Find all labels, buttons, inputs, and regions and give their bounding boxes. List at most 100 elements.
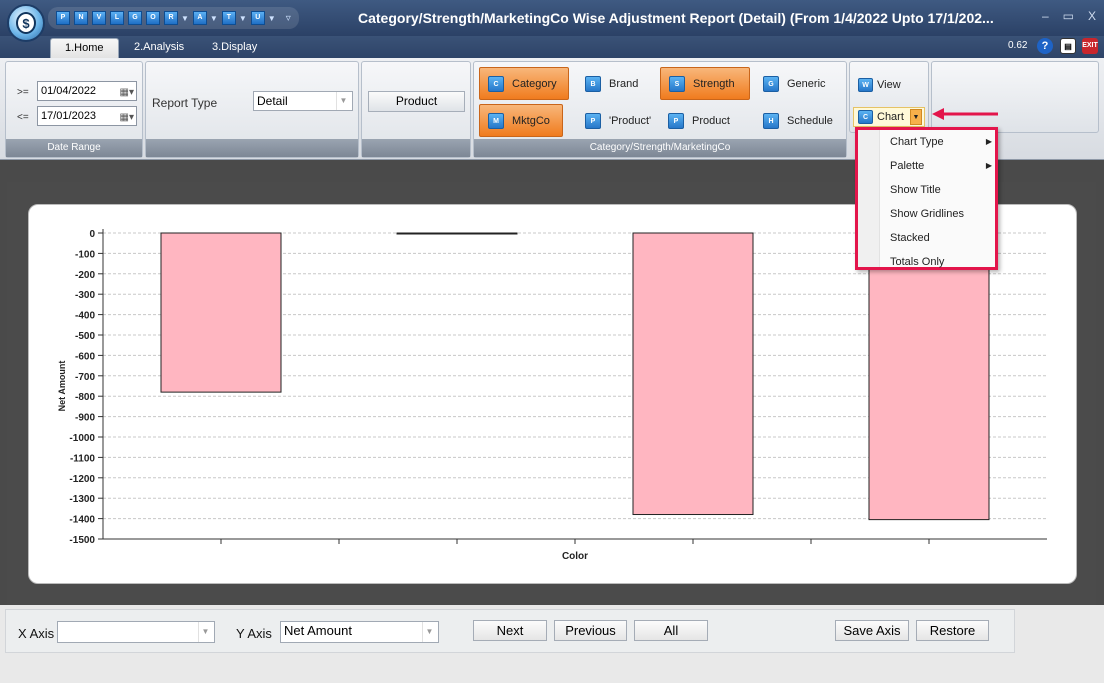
product-button[interactable]: Product [368,91,465,112]
view-button[interactable]: W View [852,75,922,95]
chevron-down-icon: ▼ [198,622,212,642]
save-axis-button[interactable]: Save Axis [835,620,909,641]
qat-command-icon: G [128,11,142,25]
qat-button-4[interactable]: G [128,11,142,25]
report-type-label: Report Type [152,96,218,110]
tab-display[interactable]: 3.Display [198,38,271,58]
generic-button-label: Generic [787,77,826,90]
all-button[interactable]: All [634,620,708,641]
to-date-input[interactable]: 17/01/2023 ▦▾ [37,106,137,126]
empty-ribbon-group [931,61,1099,133]
y-axis-title: Net Amount [57,361,67,412]
y-axis-select[interactable]: Net Amount ▼ [280,621,439,643]
menu-item-show-title[interactable]: Show Title [880,178,995,202]
chevron-down-icon[interactable]: ▼ [268,14,276,23]
close-icon[interactable]: X [1088,9,1096,23]
chevron-down-icon: ▼ [422,622,436,642]
qat-button-9[interactable]: U ▼ [250,11,276,25]
qat-button-8[interactable]: T ▼ [221,11,247,25]
restore-button[interactable]: Restore [916,620,989,641]
y-tick-label: -1300 [69,494,95,505]
mktgco-button[interactable]: M MktgCo [479,104,563,137]
help-icon[interactable]: ? [1037,38,1053,54]
menu-item-label: Palette [890,160,925,172]
chevron-down-icon[interactable]: ▼ [239,14,247,23]
y-tick-label: -200 [75,270,95,281]
menu-item-stacked[interactable]: Stacked [880,226,995,250]
minimize-icon[interactable]: – [1042,9,1049,23]
from-date-label: >= [17,87,29,98]
customize-toolbar-icon[interactable]: ▿ [286,13,291,24]
brand-icon: B [585,75,601,92]
date-range-group: >= 01/04/2022 ▦▾ <= 17/01/2023 ▦▾ Date R… [5,61,143,158]
report-type-value: Detail [257,94,288,108]
chart-button[interactable]: C Chart ▼ [853,107,925,127]
menu-item-palette[interactable]: Palette ▶ [880,154,995,178]
category-strength-group: C Category B Brand S Strength G Generic M Mkt… [473,61,847,158]
axis-bar: X Axis ▼ Y Axis Net Amount ▼ Next Previo… [0,605,1104,683]
menu-item-label: Chart Type [890,136,944,148]
qat-button-7[interactable]: A ▼ [192,11,218,25]
exit-icon[interactable]: EXIT [1082,38,1098,54]
x-axis-title: Color [562,551,588,562]
qat-button-1[interactable]: N [74,11,88,25]
category-button[interactable]: C Category [479,67,569,100]
maximize-icon[interactable]: ▭ [1063,9,1074,23]
qat-button-5[interactable]: O [146,11,160,25]
menu-item-label: Totals Only [890,256,945,268]
y-tick-label: -800 [75,392,95,403]
title-bar: P N V L G O R ▼ A ▼ T ▼ U ▼ ▿ Category/Strength/Market… [0,0,1104,36]
menu-item-totals-only[interactable]: Totals Only [880,250,995,274]
from-date-value: 01/04/2022 [41,85,97,97]
x-axis-select[interactable]: ▼ [57,621,215,643]
menu-item-chart-type[interactable]: Chart Type ▶ [880,130,995,154]
previous-button[interactable]: Previous [554,620,627,641]
bar [868,232,990,521]
schedule-button[interactable]: H Schedule [755,104,843,137]
app-menu-button[interactable]: $ [7,4,45,42]
view-icon: W [858,78,873,92]
mktgco-icon: M [488,112,504,129]
chart-dropdown-menu: Chart Type ▶ Palette ▶ Show Title Show Gri… [855,127,998,270]
schedule-icon: H [763,112,779,129]
calendar-icon[interactable]: ▦▾ [120,109,134,127]
product-category-button-label: Product [692,114,730,127]
chevron-down-icon[interactable]: ▼ [909,109,922,125]
y-tick-label: -500 [75,331,95,342]
product-category-button[interactable]: P Product [660,104,750,137]
window-title: Category/Strength/MarketingCo Wise Adjus… [358,10,994,26]
quoted-product-button[interactable]: P 'Product' [577,104,655,137]
strength-button[interactable]: S Strength [660,67,750,100]
category-button-label: Category [512,77,557,90]
calendar-icon[interactable]: ▦▾ [120,84,134,102]
y-tick-label: -700 [75,372,95,383]
save-document-icon[interactable]: ▤ [1060,38,1076,54]
qat-button-2[interactable]: V [92,11,106,25]
annotation-arrow [932,108,998,120]
y-axis-value: Net Amount [284,623,352,638]
y-tick-label: -600 [75,351,95,362]
submenu-arrow-icon: ▶ [985,137,992,146]
qat-button-3[interactable]: L [110,11,124,25]
menu-item-label: Show Gridlines [890,208,964,220]
quoted-product-button-label: 'Product' [609,114,652,127]
y-tick-label: 0 [89,229,95,240]
next-button[interactable]: Next [473,620,547,641]
view-button-label: View [877,79,901,91]
date-range-group-label: Date Range [6,139,142,157]
tab-home[interactable]: 1.Home [50,38,119,58]
qat-button-6[interactable]: R ▼ [164,11,189,25]
report-type-select[interactable]: Detail ▼ [253,91,353,111]
tab-analysis[interactable]: 2.Analysis [120,38,198,58]
menu-item-show-gridlines[interactable]: Show Gridlines [880,202,995,226]
qat-button-0[interactable]: P [56,11,70,25]
y-tick-label: -100 [75,249,95,260]
chevron-down-icon[interactable]: ▼ [181,14,189,23]
generic-button[interactable]: G Generic [755,67,839,100]
bar [160,232,282,393]
quoted-product-icon: P [585,112,601,129]
chevron-down-icon[interactable]: ▼ [210,14,218,23]
brand-button[interactable]: B Brand [577,67,655,100]
from-date-input[interactable]: 01/04/2022 ▦▾ [37,81,137,101]
product-group: Product [361,61,471,158]
